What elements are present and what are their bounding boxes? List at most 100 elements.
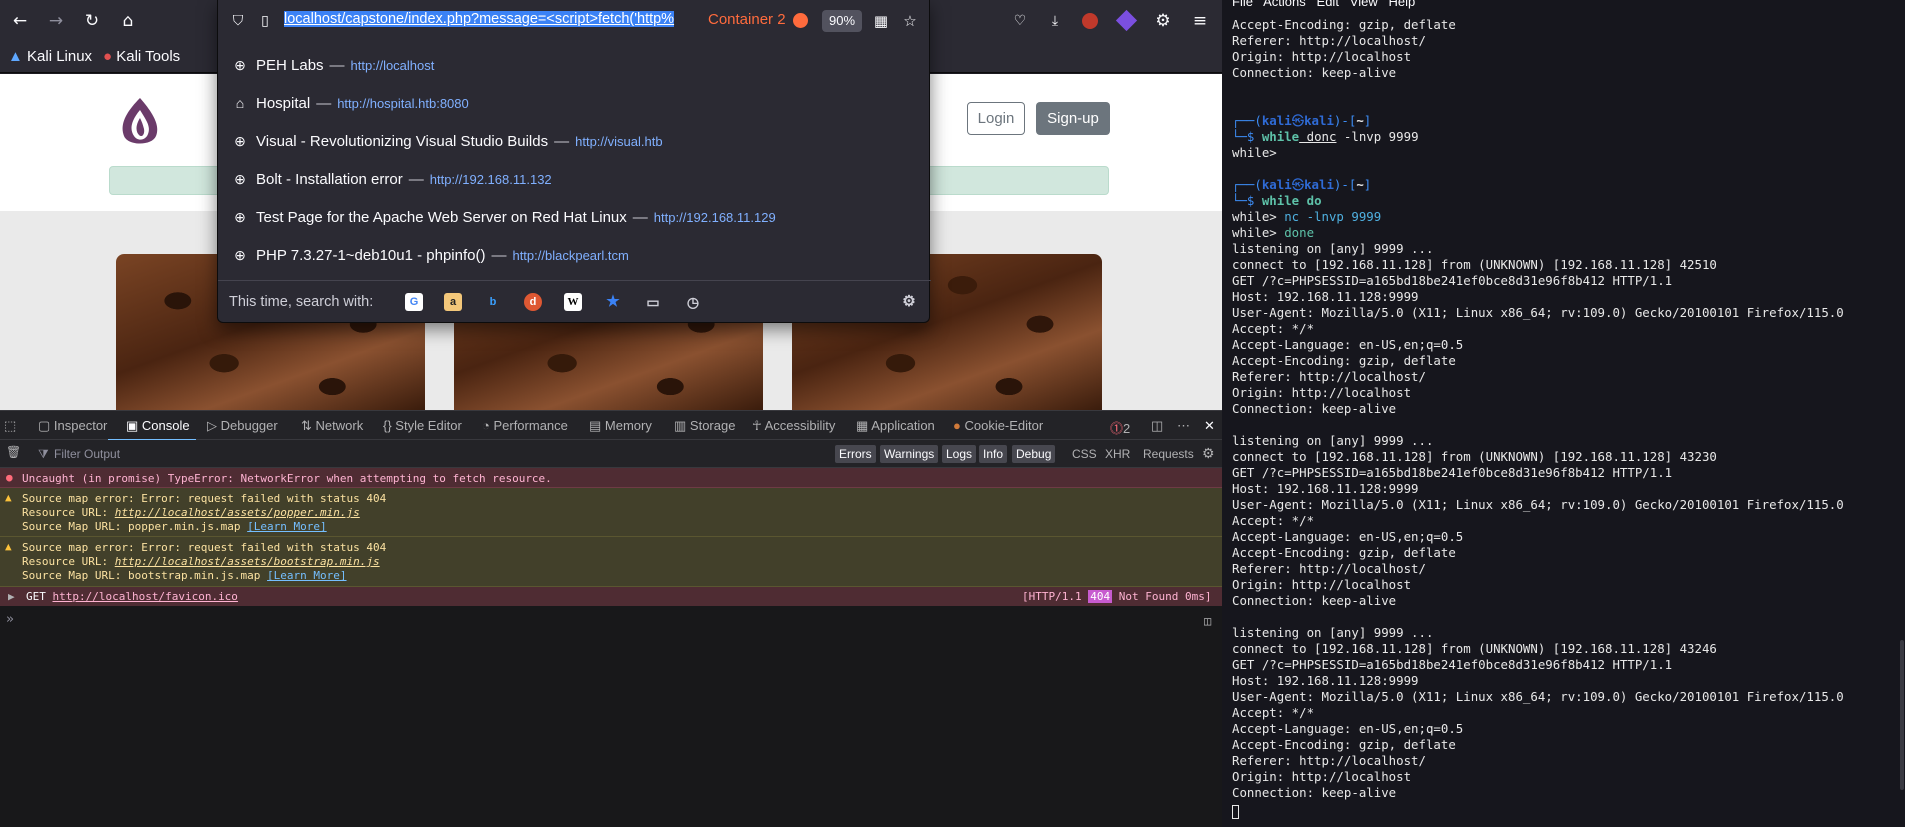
error-count-badge[interactable]: ⓵2 [1110,418,1130,437]
console-warning: ▲ Source map error: Error: request faile… [0,537,1222,587]
bookmark-kali-linux[interactable]: ▲ Kali Linux [8,48,92,65]
terminal-line: Host: 192.168.11.128:9999 [1232,481,1419,496]
reload-button[interactable]: ↻ [80,9,104,33]
star-icon[interactable]: ☆ [899,10,921,32]
wikipedia-icon[interactable]: W [564,293,582,311]
tab-label: Performance [493,418,568,433]
suggestion-url: http://hospital.htb:8080 [337,96,469,111]
terminal-menubar[interactable]: File Actions Edit View Help [1232,0,1415,10]
tab-debugger[interactable]: ▷ Debugger [207,418,278,434]
kali-icon: ▲ [8,48,28,65]
terminal-line: connect to [192.168.11.128] from (UNKNOW… [1232,449,1717,464]
terminal-window[interactable]: File Actions Edit View Help Accept-Encod… [1222,0,1905,827]
menu-icon[interactable]: ≡ [1188,9,1212,33]
dock-icon[interactable]: ◫ [1151,418,1163,434]
suggestion-title: Hospital [256,95,311,112]
suggestion-item[interactable]: ⊕ Visual - Revolutionizing Visual Studio… [218,123,931,160]
tab-console[interactable]: ▣ Console [108,418,196,441]
filter-requests[interactable]: Requests [1139,445,1198,463]
tab-label: Style Editor [395,418,462,433]
split-editor-icon[interactable]: ◫ [1204,614,1211,628]
history-icon[interactable]: ◷ [684,293,702,311]
search-with-label: This time, search with: [229,294,374,310]
downloads-icon[interactable]: ⤓ [1043,9,1067,33]
forward-button[interactable]: → [44,9,68,33]
extension-c-icon[interactable]: ⚙ [1151,9,1175,33]
extension-b-icon[interactable] [1114,9,1138,33]
login-button[interactable]: Login [967,102,1025,135]
warning-label: Resource URL: [22,555,115,568]
suggestion-item[interactable]: ⊕ PHP 7.3.27-1~deb10u1 - phpinfo() — http:… [218,237,931,274]
pick-element-icon[interactable]: ⬚ [4,418,16,434]
bing-icon[interactable]: b [484,293,502,311]
bookmark-kali-tools[interactable]: ● Kali Tools [103,48,180,65]
filter-logs[interactable]: Logs [942,445,977,463]
storage-icon: ▥ [674,418,690,433]
duckduckgo-icon[interactable]: d [524,293,542,311]
terminal-line: GET /?c=PHPSESSID=a165bd18be241ef0bce8d3… [1232,273,1673,288]
url-input[interactable]: localhost/capstone/index.php?message=<sc… [284,11,675,27]
bookmarks-star-icon[interactable]: ★ [604,293,622,311]
terminal-line: └─$ while do [1232,193,1322,208]
request-url[interactable]: http://localhost/favicon.ico [53,590,238,603]
tab-storage[interactable]: ▥ Storage [674,418,735,434]
tab-memory[interactable]: ▤ Memory [589,418,652,434]
filter-errors[interactable]: Errors [835,445,876,463]
terminal-line: User-Agent: Mozilla/5.0 (X11; Linux x86_… [1232,305,1844,320]
shield-icon[interactable]: ⛉ [230,13,246,29]
back-button[interactable]: ← [8,9,32,33]
tab-style-editor[interactable]: {} Style Editor [383,418,462,433]
filter-warnings[interactable]: Warnings [880,445,939,463]
suggestion-item[interactable]: ⌂ Hospital — http://hospital.htb:8080 [218,85,931,122]
filter-info[interactable]: Info [979,445,1008,463]
console-network-request[interactable]: ▶ GET http://localhost/favicon.ico [HTTP… [0,587,1222,606]
extension-a-icon[interactable] [1078,9,1102,33]
container-label[interactable]: Container 2 [708,11,786,28]
settings-gear-icon[interactable]: ⚙ [900,293,918,311]
tab-performance[interactable]: ◔ Performance [482,418,568,433]
learn-more-link[interactable]: [Learn More] [247,520,326,533]
zoom-indicator[interactable]: 90% [822,10,862,32]
filter-xhr[interactable]: XHR [1101,445,1134,463]
signup-button[interactable]: Sign-up [1036,102,1110,135]
tab-accessibility[interactable]: ☥ Accessibility [752,418,835,434]
home-button[interactable]: ⌂ [116,9,140,33]
resource-link[interactable]: http://localhost/assets/bootstrap.min.js [115,555,380,568]
pocket-icon[interactable]: ♡ [1008,9,1032,33]
suggestion-item[interactable]: ⊕ Bolt - Installation error — http://192.1… [218,161,931,198]
grid-icon[interactable]: ▦ [870,10,892,32]
google-icon[interactable]: G [405,293,423,311]
filter-css[interactable]: CSS [1068,445,1101,463]
terminal-line: User-Agent: Mozilla/5.0 (X11; Linux x86_… [1232,497,1844,512]
terminal-line: Accept-Encoding: gzip, deflate [1232,353,1456,368]
learn-more-link[interactable]: [Learn More] [267,569,346,582]
more-options-icon[interactable]: ⋯ [1177,418,1190,434]
filter-debug[interactable]: Debug [1012,445,1056,463]
close-devtools-icon[interactable]: ✕ [1204,418,1215,434]
expand-arrow-icon[interactable]: ▶ [8,590,15,603]
amazon-icon[interactable]: a [444,293,462,311]
terminal-line: while> [1232,145,1277,160]
suggestion-item[interactable]: ⊕ Test Page for the Apache Web Server on… [218,199,931,236]
terminal-line: listening on [any] 9999 ... [1232,433,1434,448]
console-error: ● Uncaught (in promise) TypeError: Netwo… [0,468,1222,488]
tab-network[interactable]: ⇅ Network [301,418,363,434]
terminal-line: Referer: http://localhost/ [1232,33,1426,48]
console-settings-icon[interactable]: ⚙ [1202,445,1215,462]
tab-application[interactable]: ▦ Application [856,418,935,434]
console-prompt[interactable]: » [6,612,14,627]
address-bar[interactable]: ⛉ ▯ localhost/capstone/index.php?message… [218,0,931,41]
filter-input[interactable]: Filter Output [54,447,120,461]
tab-cookie-editor[interactable]: ● Cookie-Editor [953,418,1043,433]
resource-link[interactable]: http://localhost/assets/popper.min.js [115,506,360,519]
bookmark-label: Kali Linux [27,48,93,65]
terminal-scrollbar[interactable] [1900,640,1904,790]
tab-inspector[interactable]: ▢ Inspector [38,418,107,434]
terminal-line: Connection: keep-alive [1232,401,1397,416]
warning-text: Source map error: Error: request failed … [22,492,387,505]
search-engines-bar: This time, search with: G a b d W ★ ▭ ◷ … [218,280,931,323]
error-count: 2 [1123,421,1131,436]
tabs-icon[interactable]: ▭ [644,293,662,311]
suggestion-item[interactable]: ⊕ PEH Labs — http://localhost [218,47,931,84]
trash-icon[interactable]: 🗑 [6,445,21,459]
